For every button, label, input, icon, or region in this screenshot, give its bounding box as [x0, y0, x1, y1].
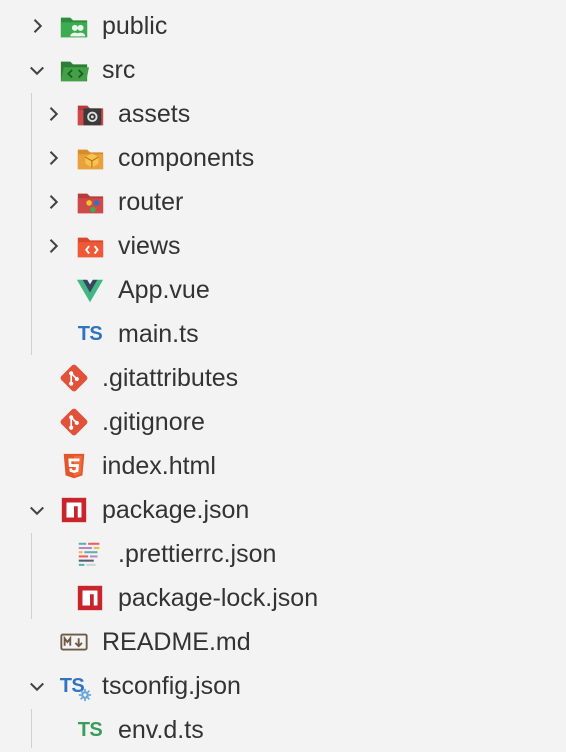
- tree-item-label: .gitattributes: [102, 364, 239, 392]
- tree-item-app-vue[interactable]: App.vue: [0, 268, 566, 312]
- tree-item-components[interactable]: components: [0, 136, 566, 180]
- tree-item-assets[interactable]: assets: [0, 92, 566, 136]
- tree-item-label: env.d.ts: [118, 716, 204, 744]
- folder-components-icon: [74, 142, 106, 174]
- folder-public-icon: [58, 10, 90, 42]
- tsconfig-file-icon: TS: [58, 670, 92, 702]
- chevron-right-icon[interactable]: [41, 190, 65, 214]
- vue-file-icon: [74, 274, 106, 306]
- tree-item-readme-md[interactable]: M↓ README.md: [0, 620, 566, 664]
- git-file-icon: [58, 406, 90, 438]
- html5-file-icon: [58, 450, 90, 482]
- tree-item-label: .gitignore: [102, 408, 205, 436]
- tree-item-label: tsconfig.json: [102, 672, 241, 700]
- chevron-right-icon[interactable]: [41, 102, 65, 126]
- git-file-icon: [58, 362, 90, 394]
- chevron-right-icon[interactable]: [41, 234, 65, 258]
- typescript-file-icon-text: TS: [77, 322, 103, 345]
- npm-file-icon: [74, 582, 106, 614]
- tree-item-label: views: [118, 232, 181, 260]
- tree-item-label: package.json: [102, 496, 250, 524]
- typescript-def-file-icon-text: TS: [77, 718, 103, 741]
- tree-item-label: README.md: [102, 628, 251, 656]
- tree-item-public[interactable]: public: [0, 4, 566, 48]
- tree-item-label: public: [102, 12, 168, 40]
- file-explorer-tree: public src assets components router view…: [0, 0, 566, 748]
- tree-item-gitattributes[interactable]: .gitattributes: [0, 356, 566, 400]
- chevron-down-icon[interactable]: [25, 498, 49, 522]
- tree-item-label: index.html: [102, 452, 216, 480]
- chevron-right-icon[interactable]: [41, 146, 65, 170]
- gear-icon: [78, 688, 92, 702]
- tree-item-label: main.ts: [118, 320, 199, 348]
- prettier-file-icon: [74, 538, 106, 570]
- folder-views-icon: [74, 230, 106, 262]
- tree-item-env-d-ts[interactable]: TS env.d.ts: [0, 708, 566, 752]
- tree-item-prettierrc-json[interactable]: .prettierrc.json: [0, 532, 566, 576]
- tree-item-label: src: [102, 56, 136, 84]
- folder-assets-icon: [74, 98, 106, 130]
- tree-item-index-html[interactable]: index.html: [0, 444, 566, 488]
- tree-item-tsconfig-json[interactable]: TS tsconfig.json: [0, 664, 566, 708]
- tree-item-router[interactable]: router: [0, 180, 566, 224]
- tree-item-gitignore[interactable]: .gitignore: [0, 400, 566, 444]
- folder-router-icon: [74, 186, 106, 218]
- tree-item-src[interactable]: src: [0, 48, 566, 92]
- tree-item-label: assets: [118, 100, 191, 128]
- tree-item-views[interactable]: views: [0, 224, 566, 268]
- npm-file-icon: [58, 494, 90, 526]
- markdown-file-icon: M↓: [58, 626, 90, 658]
- chevron-down-icon[interactable]: [25, 58, 49, 82]
- tree-item-package-lock-json[interactable]: package-lock.json: [0, 576, 566, 620]
- tree-item-label: package-lock.json: [118, 584, 319, 612]
- tree-item-main-ts[interactable]: TS main.ts: [0, 312, 566, 356]
- tree-item-label: components: [118, 144, 255, 172]
- tree-item-label: App.vue: [118, 276, 210, 304]
- chevron-down-icon[interactable]: [25, 674, 49, 698]
- typescript-file-icon: TS: [74, 318, 106, 350]
- folder-src-icon: [58, 54, 90, 86]
- typescript-def-file-icon: TS: [74, 714, 106, 746]
- chevron-right-icon[interactable]: [25, 14, 49, 38]
- tree-item-label: .prettierrc.json: [118, 540, 277, 568]
- tree-item-package-json[interactable]: package.json: [0, 488, 566, 532]
- tree-item-label: router: [118, 188, 184, 216]
